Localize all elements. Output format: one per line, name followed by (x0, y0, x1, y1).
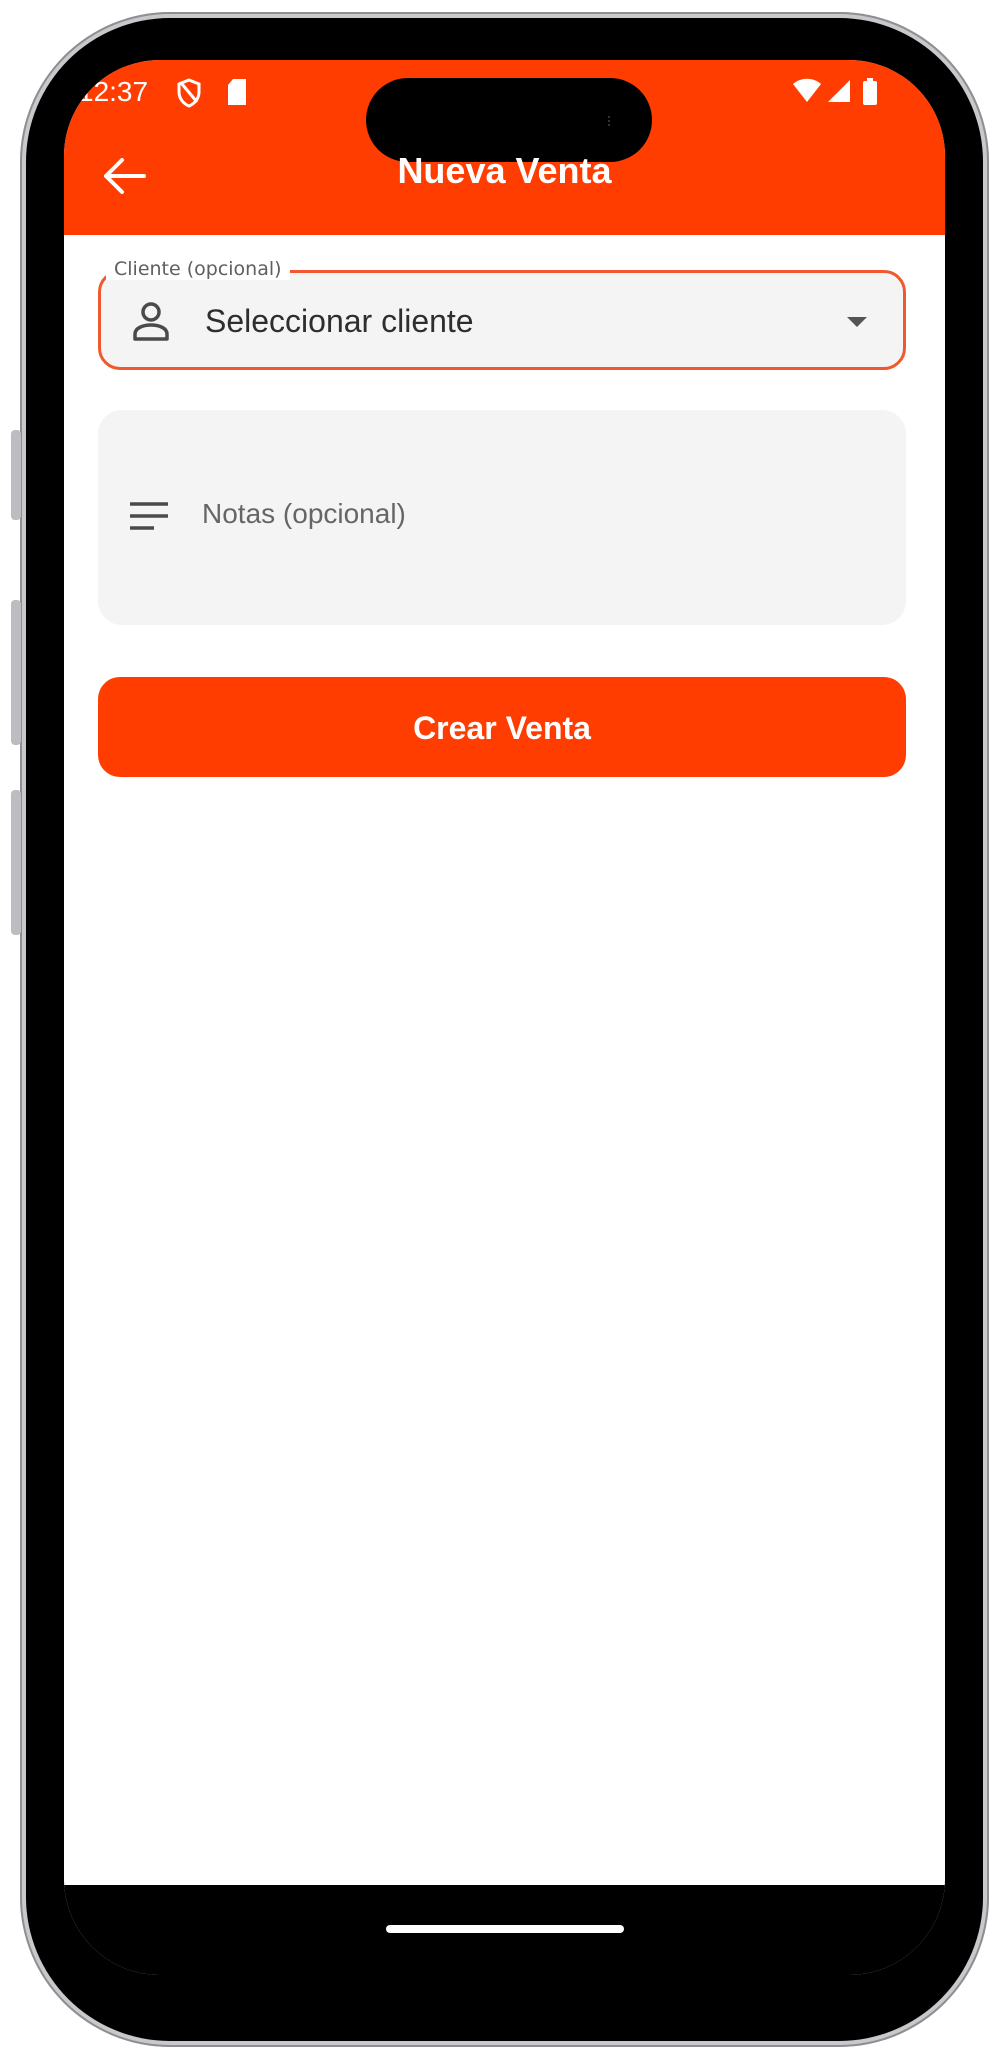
create-sale-button[interactable]: Crear Venta (98, 677, 906, 777)
volume-up-button (11, 600, 21, 745)
app-screen: 12:37 Nueva Venta Seleccionar cliente Cl… (64, 60, 945, 1975)
phone-device: 12:37 Nueva Venta Seleccionar cliente Cl… (0, 0, 989, 2052)
status-time: 12:37 (78, 76, 149, 107)
client-dropdown[interactable]: Seleccionar cliente (98, 270, 906, 370)
gesture-bar (64, 1885, 945, 1975)
shield-icon (176, 78, 202, 115)
notes-field[interactable]: Notas (opcional) (98, 410, 906, 625)
person-icon (131, 301, 171, 343)
notes-lines-icon (128, 500, 170, 532)
page-title: Nueva Venta (397, 150, 612, 191)
camera-lens (608, 116, 614, 126)
app-bar: 12:37 Nueva Venta (64, 60, 945, 235)
client-field-label: Cliente (opcional) (106, 258, 290, 280)
chevron-down-icon (847, 317, 867, 327)
notes-placeholder: Notas (opcional) (202, 498, 406, 529)
battery-icon (862, 78, 878, 113)
client-dropdown-value: Seleccionar cliente (205, 303, 474, 339)
mute-switch (11, 430, 21, 520)
signal-icon (826, 78, 852, 111)
volume-down-button (11, 790, 21, 935)
home-indicator[interactable] (386, 1925, 624, 1933)
sd-card-icon (226, 78, 248, 113)
wifi-icon (792, 78, 822, 111)
